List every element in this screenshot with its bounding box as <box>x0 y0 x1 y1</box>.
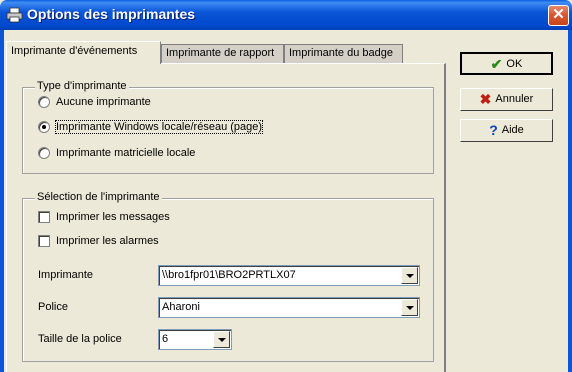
radio-label: Imprimante matricielle locale <box>56 147 196 160</box>
printer-value: \\bro1fpr01\BRO2PRTLX07 <box>162 269 296 281</box>
radio-no-printer[interactable]: Aucune imprimante <box>38 96 151 112</box>
close-icon: ✕ <box>552 6 565 23</box>
radio-windows-printer[interactable]: Imprimante Windows locale/réseau (page) <box>38 120 264 137</box>
font-value: Aharoni <box>162 301 200 313</box>
checkbox-print-messages[interactable]: Imprimer les messages <box>38 211 170 227</box>
checkbox-print-alarms[interactable]: Imprimer les alarmes <box>38 235 159 251</box>
checkbox-label: Imprimer les messages <box>56 211 170 224</box>
checkbox-label: Imprimer les alarmes <box>56 235 159 248</box>
printer-selection-legend: Sélection de l'imprimante <box>35 191 162 203</box>
font-size-value: 6 <box>162 333 169 345</box>
cancel-button[interactable]: ✖ Annuler <box>460 88 553 111</box>
x-icon: ✖ <box>479 91 492 107</box>
radio-button[interactable] <box>38 96 50 109</box>
printer-type-legend: Type d'imprimante <box>35 80 129 92</box>
help-label: Aide <box>501 124 524 136</box>
tab-event-printer[interactable]: Imprimante d'événements <box>6 41 161 64</box>
ok-button[interactable]: ✔ OK <box>460 52 553 75</box>
chevron-down-icon[interactable] <box>213 331 230 348</box>
cancel-label: Annuler <box>495 93 534 105</box>
chevron-down-icon[interactable] <box>401 267 418 284</box>
printer-label: Imprimante <box>38 269 94 281</box>
font-size-select[interactable]: 6 <box>158 329 232 350</box>
radio-dot-matrix-printer[interactable]: Imprimante matricielle locale <box>38 147 195 163</box>
checkbox[interactable] <box>38 211 50 224</box>
chevron-down-icon[interactable] <box>401 299 418 316</box>
font-label: Police <box>38 301 68 313</box>
radio-button[interactable] <box>38 147 50 160</box>
window-border-left <box>0 30 4 372</box>
question-icon: ? <box>489 122 498 138</box>
title-bar: Options des imprimantes ✕ <box>0 0 572 30</box>
window-title: Options des imprimantes <box>27 6 196 22</box>
printer-select[interactable]: \\bro1fpr01\BRO2PRTLX07 <box>158 265 420 286</box>
font-size-label: Taille de la police <box>38 333 122 345</box>
radio-label: Aucune imprimante <box>56 96 151 109</box>
printer-icon <box>6 7 23 23</box>
help-button[interactable]: ? Aide <box>460 119 553 142</box>
window-border-right <box>568 30 572 372</box>
radio-button[interactable] <box>38 121 50 134</box>
ok-label: OK <box>506 58 523 70</box>
tab-badge-printer[interactable]: Imprimante du badge <box>284 44 403 63</box>
close-button[interactable]: ✕ <box>548 5 569 26</box>
tab-report-printer[interactable]: Imprimante de rapport <box>161 44 284 63</box>
radio-label: Imprimante Windows locale/réseau (page) <box>54 120 264 135</box>
check-icon: ✔ <box>490 56 503 72</box>
font-select[interactable]: Aharoni <box>158 297 420 318</box>
checkbox[interactable] <box>38 235 50 248</box>
